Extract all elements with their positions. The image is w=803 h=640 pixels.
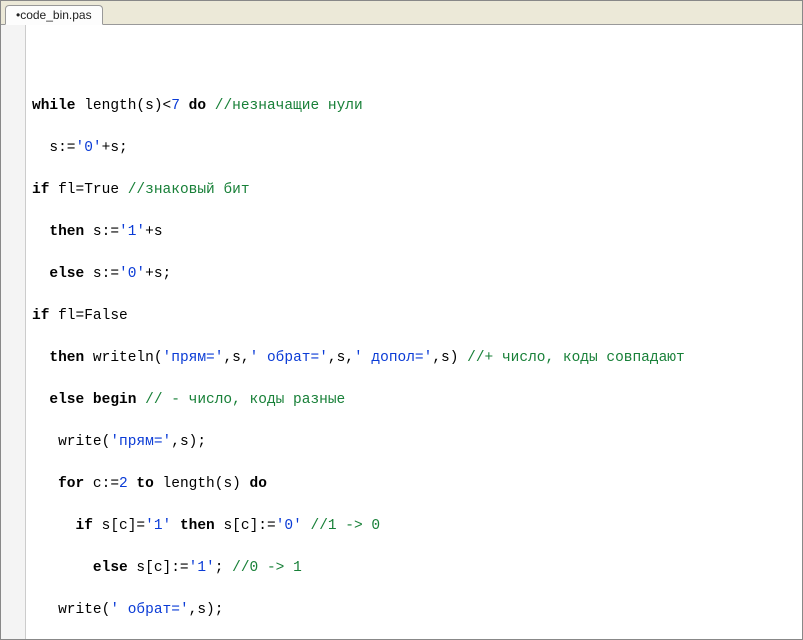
code-line: if fl=True //знаковый бит <box>32 180 802 201</box>
code-line: then writeln('прям=',s,' обрат=',s,' доп… <box>32 348 802 369</box>
code-line: for c:=2 to length(s) do <box>32 474 802 495</box>
code-line: else s[c]:='1'; //0 -> 1 <box>32 558 802 579</box>
code-line: if s[c]='1' then s[c]:='0' //1 -> 0 <box>32 516 802 537</box>
gutter <box>1 25 26 639</box>
blank-line <box>32 54 802 75</box>
tab-title: •code_bin.pas <box>16 8 92 22</box>
code-line: s:='0'+s; <box>32 138 802 159</box>
code-line: while length(s)<7 do //незначащие нули <box>32 96 802 117</box>
code-area[interactable]: while length(s)<7 do //незначащие нули s… <box>26 25 802 639</box>
tab-code-bin[interactable]: •code_bin.pas <box>5 5 103 25</box>
code-line: write(' обрат=',s); <box>32 600 802 621</box>
code-line: then s:='1'+s <box>32 222 802 243</box>
tab-bar: •code_bin.pas <box>1 1 802 25</box>
code-line: write('прям=',s); <box>32 432 802 453</box>
code-line: else begin // - число, коды разные <box>32 390 802 411</box>
editor: while length(s)<7 do //незначащие нули s… <box>1 25 802 639</box>
code-line: else s:='0'+s; <box>32 264 802 285</box>
code-line: if fl=False <box>32 306 802 327</box>
